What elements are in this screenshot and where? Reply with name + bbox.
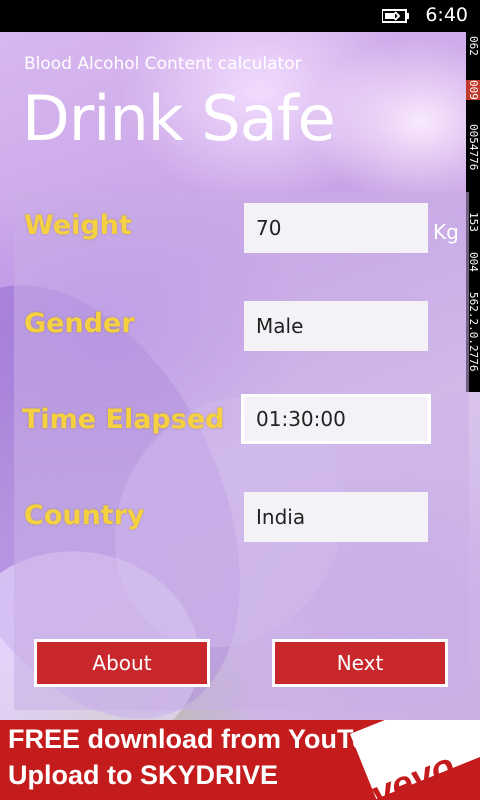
gender-select[interactable]: Male [244,301,428,351]
ad-banner[interactable]: FREE download from YouTube Upload to SKY… [0,720,480,800]
time-elapsed-label: Time Elapsed [22,404,225,435]
status-bar: 6:40 [0,0,480,32]
country-select[interactable]: India [244,492,428,542]
ad-line-2: Upload to SKYDRIVE [8,760,279,790]
next-button[interactable]: Next [272,639,448,687]
form-panel: Weight 70 Kg Gender Male Time Elapsed 01… [14,192,469,710]
battery-charging-icon [382,9,409,23]
ad-line-1: FREE download from YouTube [8,724,400,754]
time-elapsed-input[interactable]: 01:30:00 [241,394,431,444]
weight-unit: Kg [433,220,459,244]
page-title: Drink Safe [22,82,336,155]
debug-value: 062 [467,36,480,56]
gender-label: Gender [24,308,135,339]
weight-label: Weight [24,210,132,241]
debug-value: 0054776 [467,124,480,171]
debug-value: 009 [466,80,480,100]
about-button[interactable]: About [34,639,210,687]
clock: 6:40 [425,4,468,26]
country-label: Country [24,500,145,531]
app-subtitle: Blood Alcohol Content calculator [24,54,302,74]
weight-input[interactable]: 70 [244,203,428,253]
